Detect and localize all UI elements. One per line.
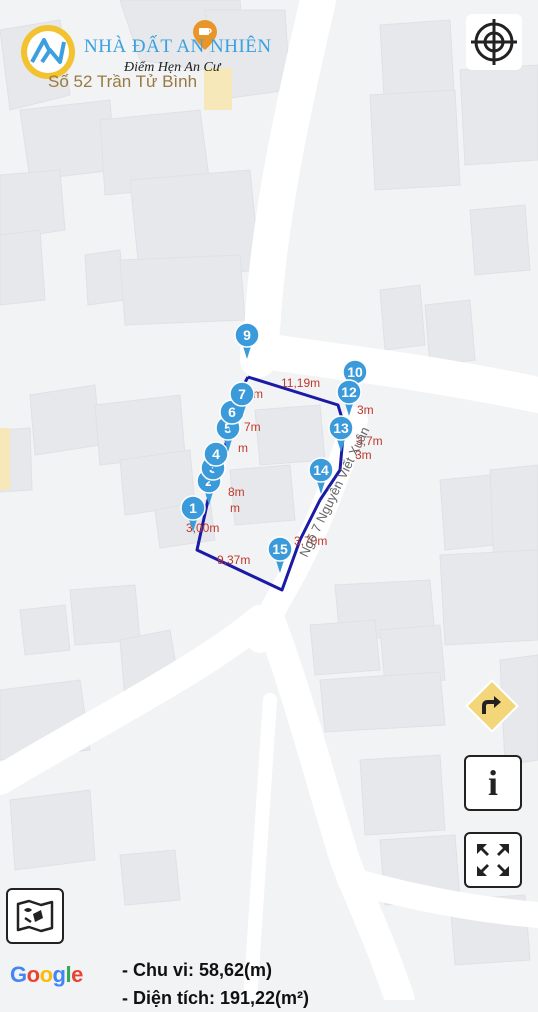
marker-label: 15	[272, 541, 288, 557]
fullscreen-button[interactable]	[464, 832, 522, 888]
info-icon: i	[487, 763, 498, 803]
edge-label: 11,19m	[281, 376, 320, 390]
directions-arrow-icon	[465, 679, 519, 733]
map-layers-button[interactable]	[6, 888, 64, 944]
marker-label: 4	[212, 446, 220, 462]
edge-label: 3m	[357, 403, 374, 417]
marker-label: 13	[333, 420, 349, 436]
poi-label[interactable]: Số 52 Trần Tử Bình	[48, 72, 197, 92]
marker-label: 1	[189, 500, 197, 516]
edge-label: 9,37m	[217, 553, 250, 567]
google-letter: e	[71, 962, 83, 987]
google-letter: o	[26, 962, 40, 987]
edge-label: 7m	[244, 420, 261, 434]
google-letter: G	[10, 962, 27, 987]
marker-label: 10	[347, 364, 363, 380]
area-text: - Diện tích: 191,22(m²)	[122, 988, 310, 1008]
directions-button[interactable]	[462, 676, 522, 736]
fullscreen-icon	[477, 844, 509, 876]
parcel-stats: - Chu vi: 58,62(m) - Diện tích: 191,22(m…	[122, 956, 309, 1012]
locate-button[interactable]	[466, 14, 522, 70]
map-canvas[interactable]: 11,19m 3,00m 9,37m 3,70m 7m 8m 3m m m m …	[0, 0, 538, 1000]
edge-label: m	[230, 501, 240, 515]
marker-label: 7	[238, 386, 246, 402]
info-button[interactable]: i	[464, 755, 522, 811]
map-layers-icon	[16, 899, 54, 933]
google-letter: o	[39, 962, 53, 987]
brand-name: NHÀ ĐẤT AN NHIÊN	[84, 36, 272, 57]
google-attribution: Google	[10, 962, 83, 988]
google-letter: g	[52, 962, 66, 987]
marker-label: 14	[313, 462, 329, 478]
edge-label: 8m	[228, 485, 245, 499]
highlight-area	[0, 428, 10, 490]
perimeter-text: - Chu vi: 58,62(m)	[122, 960, 273, 980]
google-logo: Google	[10, 962, 83, 987]
crosshair-icon	[471, 19, 517, 65]
edge-label: m	[238, 441, 248, 455]
marker-label: 9	[243, 327, 251, 343]
marker-label: 12	[341, 384, 357, 400]
marker-label: 6	[228, 404, 236, 420]
